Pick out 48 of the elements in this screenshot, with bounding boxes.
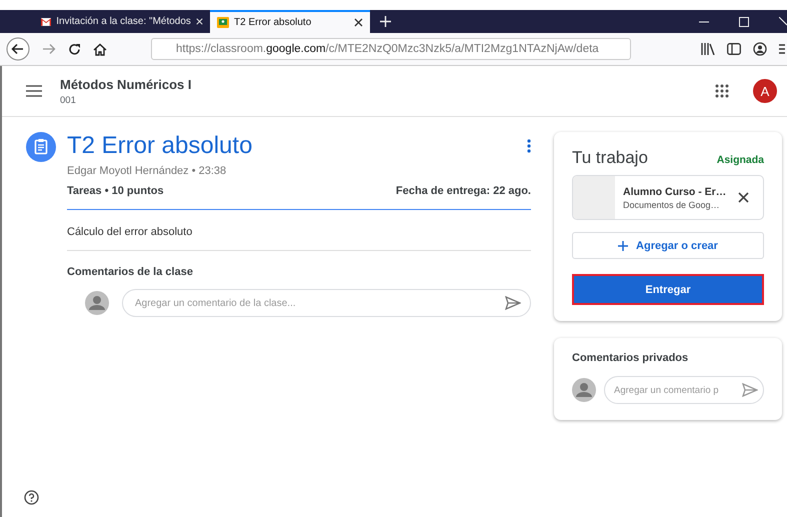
menu-icon[interactable]	[26, 85, 42, 97]
send-icon[interactable]	[505, 296, 521, 310]
mail-icon	[41, 16, 52, 26]
assignment-title: T2 Error absoluto	[67, 132, 252, 160]
home-icon[interactable]	[93, 42, 107, 56]
submit-button[interactable]: Entregar	[572, 274, 764, 305]
avatar-icon	[85, 291, 109, 315]
classroom-icon	[217, 17, 229, 28]
close-icon[interactable]	[354, 18, 363, 27]
plus-icon[interactable]	[380, 16, 391, 27]
account-icon[interactable]	[753, 42, 767, 56]
attachment-title: Alumno Curso - Er…	[623, 186, 728, 198]
attachment-card[interactable]: Alumno Curso - Er… Documentos de Goog…	[572, 175, 764, 220]
close-icon[interactable]	[738, 192, 749, 203]
url-text: https://classroom.google.com/c/MTE2NzQ0Mzc3Nzk5/a/MTI2Mzg1NTAzNjAw/deta	[176, 43, 599, 55]
document-thumbnail	[573, 176, 615, 219]
back-icon[interactable]	[6, 37, 30, 61]
browser-tab[interactable]: T2 Error absoluto	[210, 10, 370, 33]
user-avatar[interactable]: A	[753, 79, 777, 103]
class-title[interactable]: Métodos Numéricos I	[60, 76, 192, 92]
avatar-icon	[572, 378, 596, 402]
more-options-icon[interactable]	[527, 139, 531, 153]
comment-field[interactable]: Agregar un comentario de la clase...	[122, 289, 531, 317]
private-comment-field[interactable]: Agregar un comentario p	[604, 376, 764, 404]
plus-icon	[618, 240, 628, 250]
private-comments-heading: Comentarios privados	[572, 352, 690, 364]
menu-icon[interactable]	[779, 43, 785, 55]
status-label: Asignada	[716, 154, 764, 166]
work-heading: Tu trabajo	[572, 148, 648, 168]
assignment-icon	[26, 132, 56, 162]
assignment-description: Cálculo del error absoluto	[67, 210, 531, 251]
add-button[interactable]: Agregar o crear	[572, 232, 764, 259]
assignment-points: Tareas • 10 puntos	[67, 185, 164, 197]
sidebar-icon[interactable]	[727, 43, 741, 55]
address-bar[interactable]: https://classroom.google.com/c/MTE2NzQ0Mzc3Nzk5/a/MTI2Mzg1NTAzNjAw/deta	[151, 38, 631, 60]
maximize-icon[interactable]	[739, 16, 749, 26]
library-icon[interactable]	[701, 43, 715, 55]
apps-icon[interactable]	[715, 84, 729, 98]
forward-icon[interactable]	[42, 43, 56, 55]
attachment-subtitle: Documentos de Goog…	[623, 200, 721, 210]
reload-icon[interactable]	[68, 42, 81, 56]
due-date: Fecha de entrega: 22 ago.	[396, 185, 531, 197]
comments-heading: Comentarios de la clase	[67, 266, 194, 278]
help-icon[interactable]	[24, 490, 39, 505]
browser-tab[interactable]: Invitación a la clase: "Métodos	[34, 10, 210, 33]
send-icon[interactable]	[742, 383, 758, 397]
author-time: Edgar Moyotl Hernández • 23:38	[67, 165, 228, 177]
class-section: 001	[60, 94, 192, 106]
